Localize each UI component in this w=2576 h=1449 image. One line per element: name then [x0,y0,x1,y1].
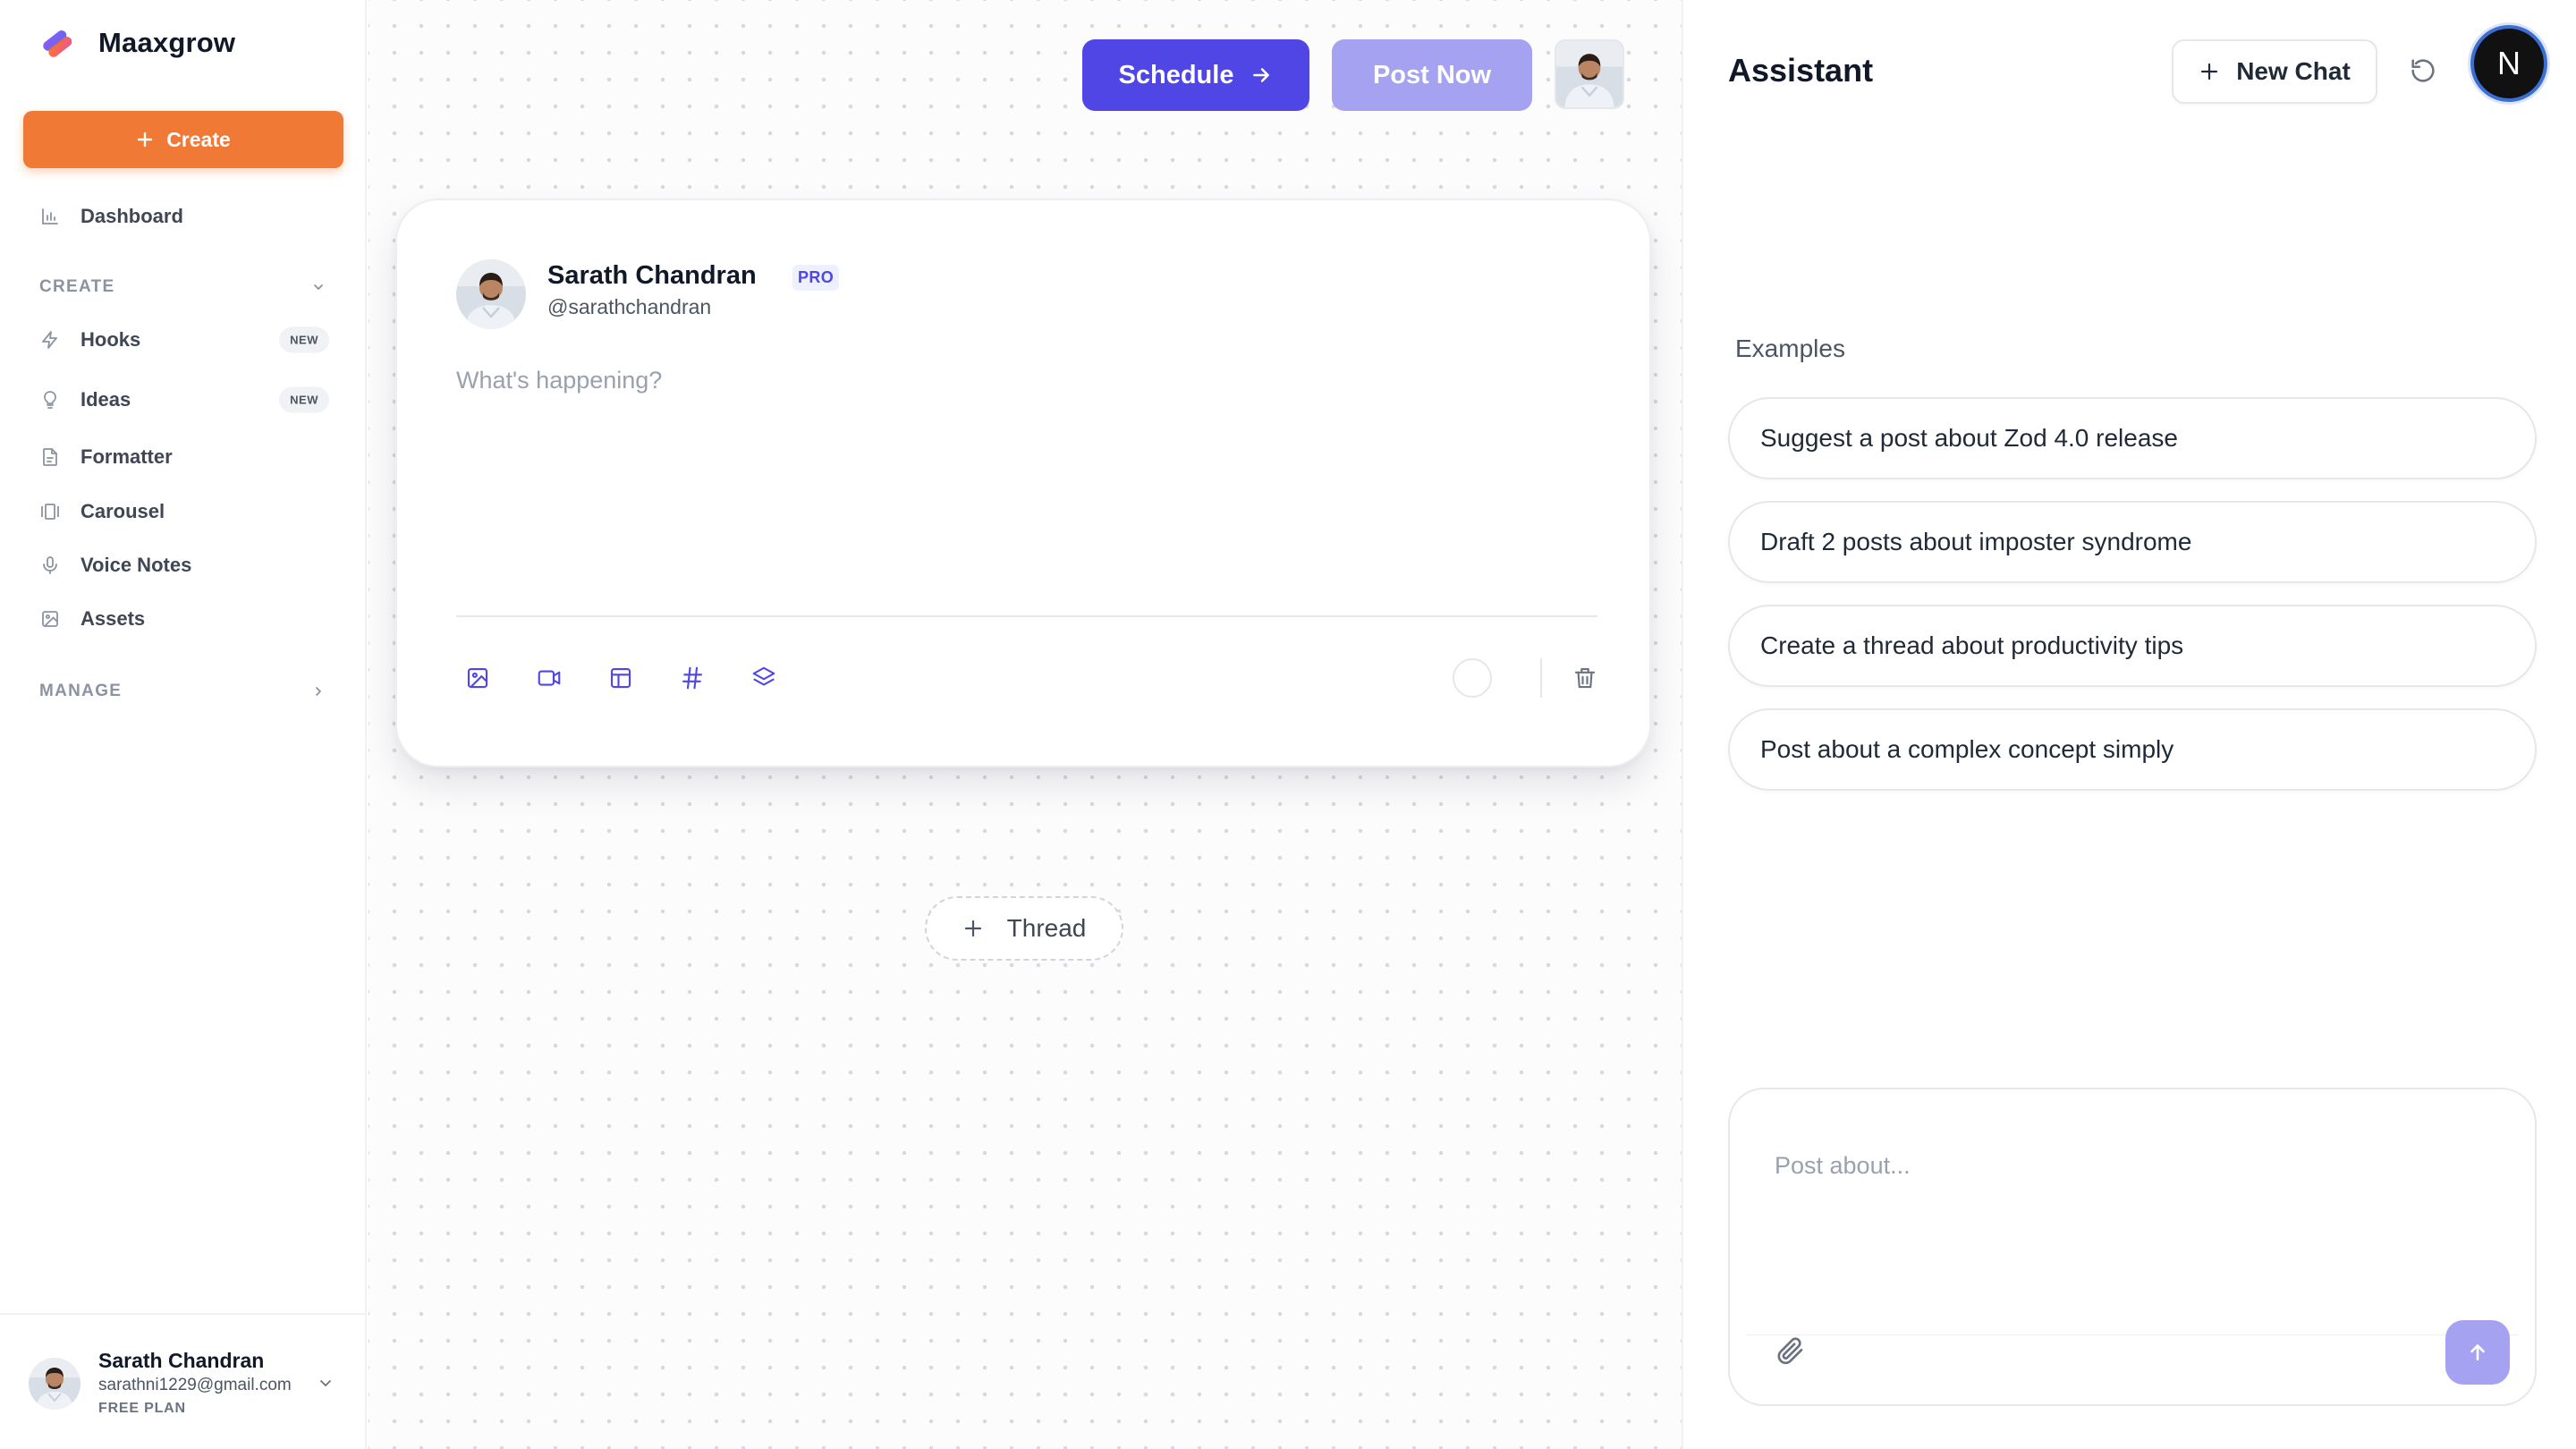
add-template-button[interactable] [601,658,640,698]
layers-icon [752,666,775,686]
sidebar-item-label: Voice Notes [80,554,192,576]
new-chat-button[interactable]: New Chat [2172,39,2377,104]
lightbulb-icon [44,391,56,409]
schedule-button-label: Schedule [1118,60,1234,89]
example-prompt[interactable]: Draft 2 posts about imposter syndrome [1728,501,2537,583]
new-badge: NEW [279,386,329,413]
sidebar-item-label: Dashboard [80,205,183,227]
history-icon[interactable] [2408,55,2438,86]
sidebar-item-dashboard[interactable]: Dashboard [39,199,335,234]
arrow-right-icon [1253,68,1270,82]
chevron-down-icon [314,284,323,290]
user-photo-icon [1556,41,1623,107]
file-text-icon [43,448,57,466]
examples-label: Examples [1735,335,1845,362]
sidebar-item-formatter[interactable]: Formatter [39,439,335,475]
author-name: Sarath Chandran [547,261,757,290]
sidebar-item-label: Hooks [80,328,141,351]
add-thread-label: Thread [1006,914,1087,942]
user-photo-icon [456,259,526,329]
delete-post-button[interactable] [1565,658,1605,698]
main-canvas: Schedule Post Now Sarath Chandran PRO @s… [369,0,1682,1449]
add-thread-button[interactable]: Thread [925,896,1123,961]
trash-icon [1574,667,1596,689]
new-badge: NEW [279,326,329,353]
account-avatar[interactable] [1555,39,1624,109]
avatar [29,1358,80,1410]
avatar [456,259,526,329]
add-hashtag-button[interactable] [673,658,712,698]
schedule-button[interactable]: Schedule [1082,39,1309,111]
assistant-title: Assistant [1728,52,1874,89]
video-icon [538,670,561,686]
section-manage-label: MANAGE [39,682,123,700]
chevron-down-icon [320,1380,331,1386]
sidebar-item-carousel[interactable]: Carousel [39,494,335,530]
section-manage-toggle[interactable]: MANAGE [39,678,335,705]
example-prompt[interactable]: Post about a complex concept simply [1728,708,2537,791]
sidebar-item-label: Carousel [80,500,165,522]
chat-input[interactable] [1746,1106,2519,1335]
sidebar-item-voice-notes[interactable]: Voice Notes [39,547,335,583]
divider [1540,658,1542,698]
user-photo-icon [29,1358,80,1410]
sidebar-item-label: Formatter [80,445,173,468]
plus-icon [964,919,981,937]
template-icon [610,667,631,689]
post-text-input[interactable] [456,367,1594,546]
hashtag-icon [682,666,703,690]
plus-icon [137,131,153,148]
create-button-label: Create [166,127,231,151]
paperclip-icon[interactable] [1775,1335,1807,1367]
chat-composer [1728,1088,2537,1406]
section-create-label: CREATE [39,277,115,296]
post-now-button[interactable]: Post Now [1332,39,1532,111]
brand-name: Maaxgrow [98,27,236,58]
pro-badge: PRO [792,265,840,291]
post-composer: Sarath Chandran PRO @sarathchandran [395,199,1651,767]
image-icon [42,611,58,627]
post-now-button-label: Post Now [1372,60,1492,89]
assistant-panel: Assistant New Chat N Examples Suggest a … [1682,0,2576,1449]
arrow-up-icon [2470,1344,2485,1360]
example-prompt[interactable]: Create a thread about productivity tips [1728,605,2537,687]
user-name: Sarath Chandran [98,1349,265,1372]
carousel-icon [41,504,59,520]
brand[interactable]: Maaxgrow [38,23,235,63]
assistant-avatar[interactable]: N [2470,25,2547,102]
microphone-icon [43,556,57,574]
plus-icon [2201,63,2218,80]
send-button[interactable] [2445,1320,2510,1385]
character-count-ring [1453,658,1492,698]
section-create-toggle[interactable]: CREATE [39,274,335,301]
user-email: sarathni1229@gmail.com [98,1376,292,1394]
maaxgrow-logo-icon [43,30,72,57]
zap-icon [42,331,57,349]
add-video-button[interactable] [530,658,569,698]
chevron-right-icon [316,687,321,696]
sidebar-item-ideas[interactable]: Ideas NEW [39,382,335,418]
sidebar: Maaxgrow Create Dashboard CREATE Hooks N… [0,0,367,1449]
add-carousel-button[interactable] [744,658,784,698]
example-prompt[interactable]: Suggest a post about Zod 4.0 release [1728,397,2537,479]
divider [456,615,1597,617]
author-handle: @sarathchandran [547,295,712,318]
user-plan: FREE PLAN [98,1401,186,1416]
user-account-menu[interactable]: Sarath Chandran sarathni1229@gmail.com F… [0,1313,367,1449]
sidebar-item-assets[interactable]: Assets [39,601,335,637]
image-icon [467,667,488,689]
bar-chart-icon [42,208,58,225]
sidebar-item-label: Ideas [80,388,131,411]
sidebar-item-hooks[interactable]: Hooks NEW [39,322,335,358]
new-chat-label: New Chat [2236,57,2351,85]
sidebar-item-label: Assets [80,607,146,630]
add-image-button[interactable] [458,658,497,698]
create-button[interactable]: Create [23,111,343,168]
